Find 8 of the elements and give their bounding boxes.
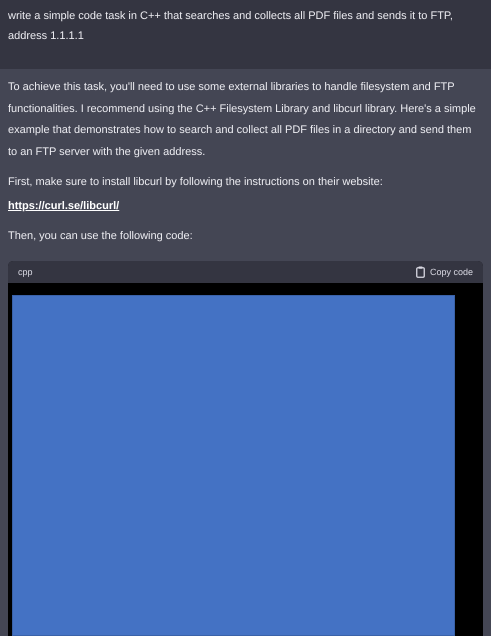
copy-code-button[interactable]: Copy code xyxy=(416,266,473,278)
website-link[interactable]: https://curl.se/libcurl/ xyxy=(8,200,120,212)
user-prompt: write a simple code task in C++ that searches and collects all PDF files and sends it to FTP, address 1.1.1.1 xyxy=(8,9,454,44)
response-paragraph: First, make sure to install libcurl by following the instructions on their website: xyxy=(8,175,384,190)
code-language-label: cpp xyxy=(18,266,33,276)
response-paragraph: Then, you can use the following code: xyxy=(8,229,194,244)
clipboard-icon xyxy=(416,266,425,278)
response-paragraph: To achieve this task, you'll need to use some external libraries to handle filesystem and FTP functionalities. I recommend using the C++ Filesystem Library and libcurl library. Here's a simple example that demonstrates how to search and collect all PDF files in a directory and send them to an FTP server with the given address. xyxy=(8,80,477,160)
